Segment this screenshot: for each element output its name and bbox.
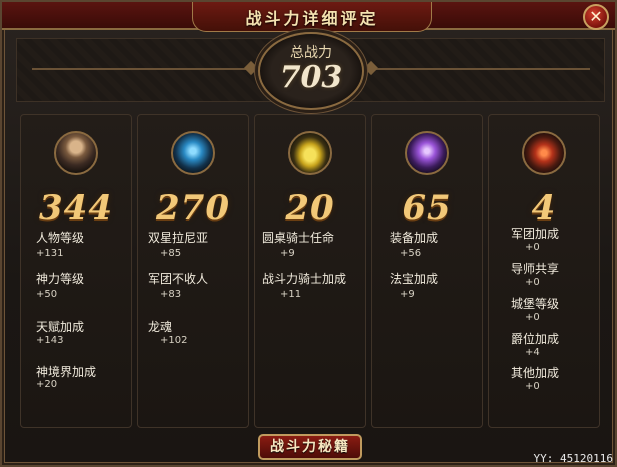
dragon-icon[interactable]: [171, 131, 215, 175]
stat-value: +85: [160, 248, 182, 259]
stat-label: 战斗力骑士加成: [262, 272, 347, 286]
stat-value: +83: [160, 289, 182, 300]
stat-label: 龙魂: [148, 320, 173, 334]
stat-value: +56: [400, 248, 422, 259]
stat-value: +0: [525, 277, 540, 288]
stat-value: +11: [280, 289, 302, 300]
combat-power-guide-button[interactable]: 战斗力秘籍: [258, 434, 362, 460]
stat-label: 导师共享: [511, 262, 560, 276]
stat-value: +0: [525, 242, 540, 253]
stat-label: 圆桌骑士任命: [262, 231, 335, 245]
total-power-value: 703: [279, 60, 343, 95]
panel-score: 65: [402, 188, 452, 228]
stat-value: +102: [160, 335, 188, 346]
panel-score: 344: [39, 188, 113, 228]
stat-value: +9: [280, 248, 295, 259]
stat-label: 人物等级: [36, 231, 85, 245]
stat-value: +20: [36, 379, 58, 390]
stat-value: +131: [36, 248, 64, 259]
stat-label: 天赋加成: [36, 320, 85, 334]
panel-score: 20: [285, 188, 335, 228]
stat-label: 城堡等级: [511, 297, 560, 311]
panel-score: 4: [531, 188, 557, 228]
ornament-line: [370, 68, 590, 70]
window-title: 战斗力详细评定: [192, 2, 432, 32]
stat-value: +143: [36, 335, 64, 346]
stat-label: 装备加成: [390, 231, 439, 245]
panel-legion: 4 军团加成 +0 导师共享 +0 城堡等级 +0 爵位加成 +4 其他加成 +…: [488, 114, 600, 428]
hero-portrait-icon[interactable]: [54, 131, 98, 175]
panel-score: 270: [156, 188, 230, 228]
stat-label: 双星拉尼亚: [148, 231, 209, 245]
stat-value: +0: [525, 312, 540, 323]
shield-crest-icon[interactable]: [522, 131, 566, 175]
knight-helmet-icon[interactable]: [288, 131, 332, 175]
combat-power-window: 战斗力详细评定 ✕ 总战力 703 344 人物等级 +131 神力等级 +50…: [0, 0, 617, 467]
stat-label: 其他加成: [511, 366, 560, 380]
stat-value: +4: [525, 347, 540, 358]
ornament-line: [32, 68, 252, 70]
stat-label: 神力等级: [36, 272, 85, 286]
stat-label: 法宝加成: [390, 272, 439, 286]
total-power-label: 总战力: [290, 45, 332, 61]
watermark-text: YY: 45120116: [533, 452, 613, 465]
panel-equipment: 65 装备加成 +56 法宝加成 +9: [371, 114, 483, 428]
stat-label: 军团不收人: [148, 272, 209, 286]
stat-value: +50: [36, 289, 58, 300]
close-button[interactable]: ✕: [583, 4, 609, 30]
stat-label: 神境界加成: [36, 365, 97, 379]
panel-character: 344 人物等级 +131 神力等级 +50 天赋加成 +143 神境界加成 +…: [20, 114, 132, 428]
panel-knight: 20 圆桌骑士任命 +9 战斗力骑士加成 +11: [254, 114, 366, 428]
equipment-icon[interactable]: [405, 131, 449, 175]
stat-label: 爵位加成: [511, 332, 560, 346]
stat-value: +9: [400, 289, 415, 300]
stat-value: +0: [525, 381, 540, 392]
panel-pet: 270 双星拉尼亚 +85 军团不收人 +83 龙魂 +102: [137, 114, 249, 428]
stat-label: 军团加成: [511, 227, 560, 241]
